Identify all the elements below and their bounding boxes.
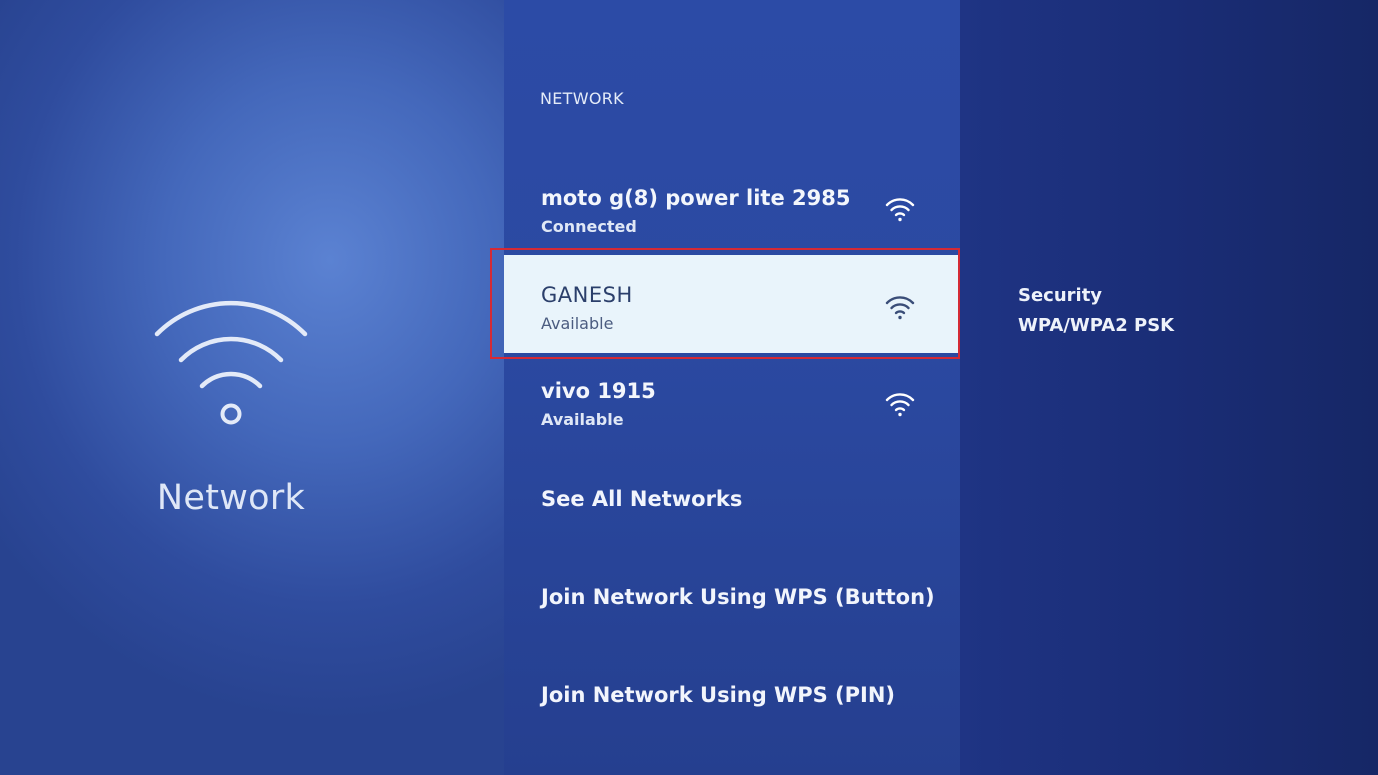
wifi-icon bbox=[154, 300, 308, 425]
details-pane bbox=[960, 0, 1378, 775]
security-label: Security bbox=[1018, 285, 1103, 306]
section-title: NETWORK bbox=[540, 89, 624, 108]
network-status: Available bbox=[541, 410, 624, 429]
wifi-signal-icon bbox=[885, 296, 915, 320]
category-pane: Network bbox=[0, 0, 504, 775]
category-title: Network bbox=[156, 478, 306, 518]
network-status: Connected bbox=[541, 217, 637, 236]
see-all-networks-button[interactable]: See All Networks bbox=[541, 487, 742, 511]
wifi-signal-icon bbox=[885, 198, 915, 222]
network-name: moto g(8) power lite 2985 bbox=[541, 186, 851, 210]
network-name: GANESH bbox=[541, 283, 633, 307]
network-name: vivo 1915 bbox=[541, 379, 656, 403]
join-wps-button-option[interactable]: Join Network Using WPS (Button) bbox=[541, 585, 935, 609]
network-settings-screen: Network NETWORK moto g(8) power lite 298… bbox=[0, 0, 1378, 775]
network-item-ganesh[interactable]: GANESH Available bbox=[504, 255, 960, 353]
network-item-vivo[interactable]: vivo 1915 Available bbox=[504, 352, 960, 450]
security-value: WPA/WPA2 PSK bbox=[1018, 315, 1175, 336]
network-status: Available bbox=[541, 314, 614, 333]
network-item-moto[interactable]: moto g(8) power lite 2985 Connected bbox=[504, 160, 960, 258]
join-wps-pin-option[interactable]: Join Network Using WPS (PIN) bbox=[541, 683, 895, 707]
wifi-signal-icon bbox=[885, 393, 915, 417]
